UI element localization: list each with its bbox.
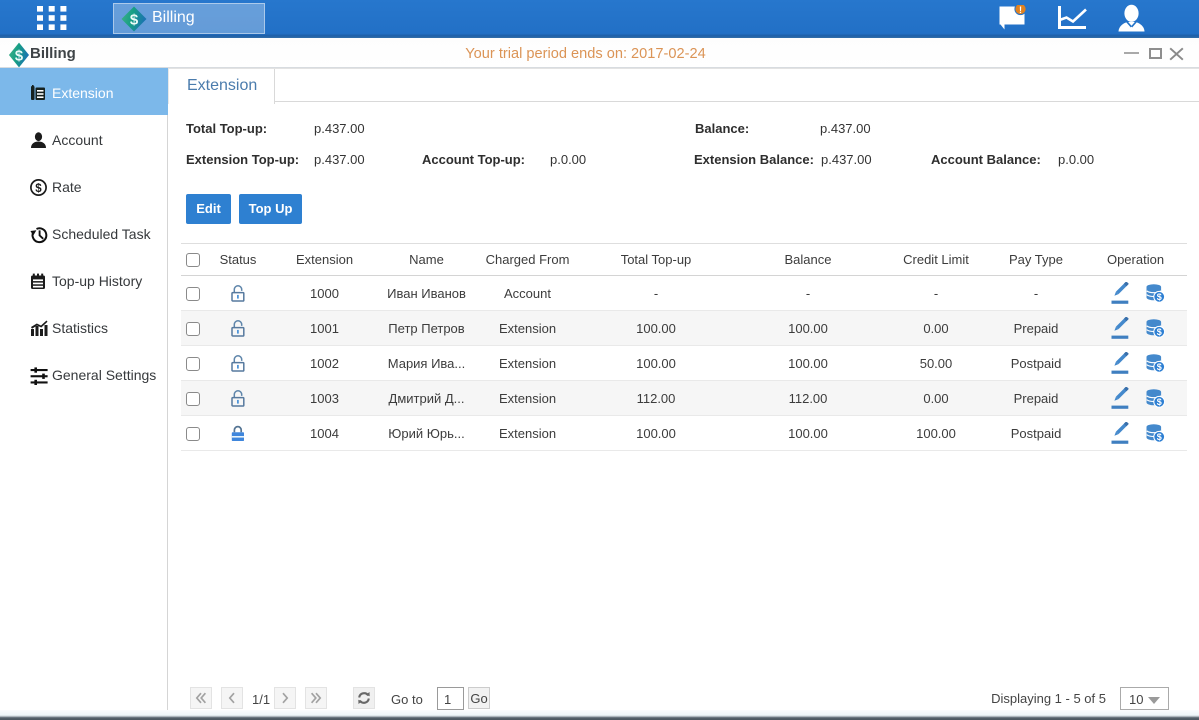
- svg-text:$: $: [35, 183, 42, 195]
- svg-text:!: !: [1019, 5, 1022, 15]
- svg-text:$: $: [130, 12, 139, 29]
